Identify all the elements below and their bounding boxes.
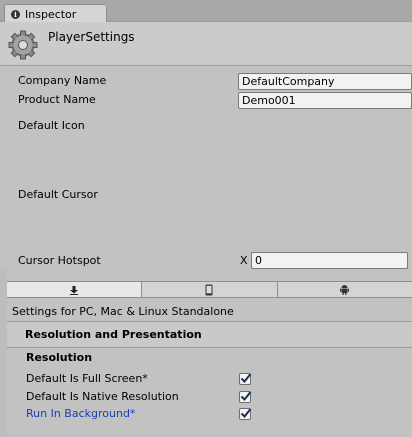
page-title: PlayerSettings [48, 30, 135, 44]
run-in-background-checkbox[interactable] [239, 408, 252, 420]
gear-icon [8, 30, 38, 60]
android-icon [340, 285, 350, 295]
platform-settings-title: Settings for PC, Mac & Linux Standalone [12, 305, 234, 318]
checkmark-icon [240, 391, 252, 401]
cursor-hotspot-x-field[interactable]: 0 [251, 252, 408, 269]
default-icon-label: Default Icon [18, 119, 85, 132]
product-name-field[interactable]: Demo001 [238, 92, 412, 109]
platform-tabs [7, 281, 412, 298]
checkmark-icon [240, 373, 252, 383]
product-name-label: Product Name [18, 93, 96, 106]
tab-strip: i Inspector [0, 0, 412, 23]
resolution-subtitle: Resolution [26, 351, 93, 364]
full-screen-checkbox[interactable] [239, 373, 252, 385]
full-screen-label: Default Is Full Screen* [26, 372, 148, 385]
cursor-hotspot-x-label: X [240, 254, 248, 267]
cursor-hotspot-label: Cursor Hotspot [18, 254, 101, 267]
tab-android[interactable] [278, 282, 412, 297]
tab-inspector[interactable]: i Inspector [4, 4, 107, 23]
panel-edge [0, 268, 7, 437]
inspector-header: PlayerSettings [0, 22, 412, 66]
native-resolution-checkbox[interactable] [239, 391, 252, 403]
native-resolution-label: Default Is Native Resolution [26, 390, 179, 403]
info-icon: i [11, 9, 20, 19]
section-resolution-presentation[interactable]: Resolution and Presentation [7, 322, 412, 348]
checkmark-icon [240, 408, 252, 418]
company-name-field[interactable]: DefaultCompany [238, 73, 412, 90]
tab-mobile[interactable] [142, 282, 278, 297]
default-cursor-label: Default Cursor [18, 188, 98, 201]
tab-label: Inspector [25, 7, 77, 21]
download-arrow-icon [70, 285, 79, 295]
run-in-background-label: Run In Background* [26, 407, 136, 420]
section-title: Resolution and Presentation [25, 328, 202, 341]
tab-standalone[interactable] [7, 282, 143, 297]
company-name-label: Company Name [18, 74, 107, 87]
phone-icon [205, 284, 213, 295]
